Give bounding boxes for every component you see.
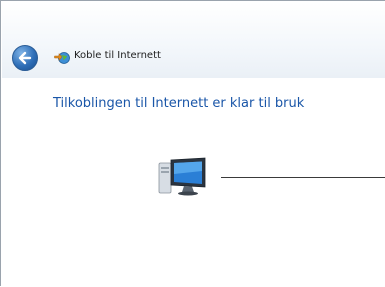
computer-icon: [158, 157, 206, 196]
title-bar: Koble til Internett: [2, 2, 385, 78]
connect-to-internet-window: Koble til Internett Tilkoblingen til Int…: [0, 0, 385, 287]
network-globe-icon: [54, 52, 70, 64]
status-heading: Tilkoblingen til Internett er klar til b…: [53, 96, 305, 111]
back-button[interactable]: [12, 45, 38, 71]
back-arrow-icon: [18, 51, 32, 65]
connection-line: [221, 177, 385, 178]
window-title: Koble til Internett: [74, 50, 161, 61]
